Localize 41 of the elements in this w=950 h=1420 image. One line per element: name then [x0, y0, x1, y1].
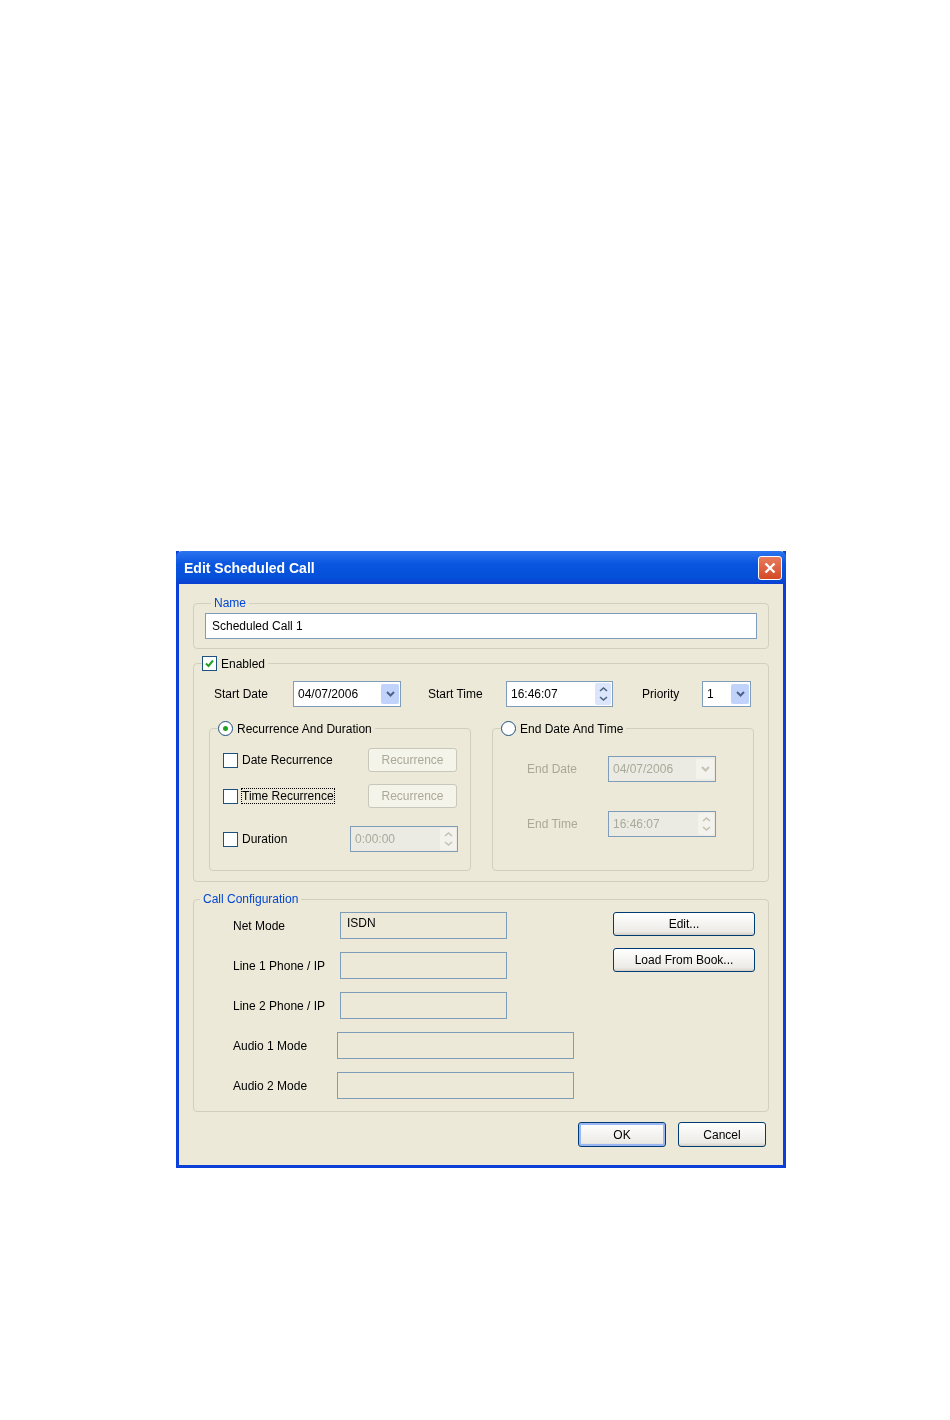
checkbox-label: Date Recurrence [242, 753, 333, 767]
text-field[interactable] [337, 1072, 574, 1099]
window-title: Edit Scheduled Call [184, 559, 315, 576]
enabled-label: Enabled [221, 656, 266, 671]
checkbox-label: Duration [242, 832, 288, 846]
radio-label: End Date And Time [520, 721, 624, 736]
field-label: End Date [527, 762, 579, 776]
action-button[interactable]: Edit... [613, 912, 755, 936]
date-dropdown[interactable]: 04/07/2006 [293, 681, 401, 707]
check-icon [205, 659, 214, 668]
chevron-down-icon [735, 691, 745, 697]
radio-button[interactable] [218, 721, 233, 736]
radio-button[interactable] [501, 721, 516, 736]
field-label: Start Time [428, 687, 484, 701]
text-field[interactable] [337, 1032, 574, 1059]
close-icon [764, 561, 776, 574]
field-label: Start Date [214, 687, 270, 701]
field-label: Line 2 Phone / IP [233, 998, 327, 1013]
field-label: Priority [642, 687, 681, 701]
close-button[interactable] [758, 555, 782, 580]
dialog-button[interactable]: Cancel [678, 1122, 766, 1147]
text-field[interactable]: ISDN [340, 912, 507, 939]
chevron-down-icon [385, 691, 395, 697]
field-label: End Time [527, 817, 579, 831]
radio-label: Recurrence And Duration [237, 721, 372, 736]
checkbox-label: Time Recurrence [242, 789, 334, 803]
chevron-down-icon [700, 766, 710, 772]
name-field[interactable]: Scheduled Call 1 [205, 613, 757, 639]
priority-dropdown[interactable]: 1 [702, 681, 751, 707]
text-field[interactable] [340, 992, 507, 1019]
text-field[interactable] [340, 952, 507, 979]
field-label: Audio 1 Mode [233, 1038, 309, 1053]
field-label: Line 1 Phone / IP [233, 958, 327, 973]
group-label: Name [213, 596, 247, 610]
group-label: Call Configuration [202, 892, 300, 906]
field-label: Net Mode [233, 918, 287, 933]
checkbox[interactable] [202, 656, 217, 671]
field-label: Audio 2 Mode [233, 1078, 309, 1093]
time-spinner[interactable]: 16:46:07 [506, 681, 613, 707]
dialog-button[interactable]: OK [578, 1122, 666, 1147]
action-button[interactable]: Load From Book... [613, 948, 755, 972]
